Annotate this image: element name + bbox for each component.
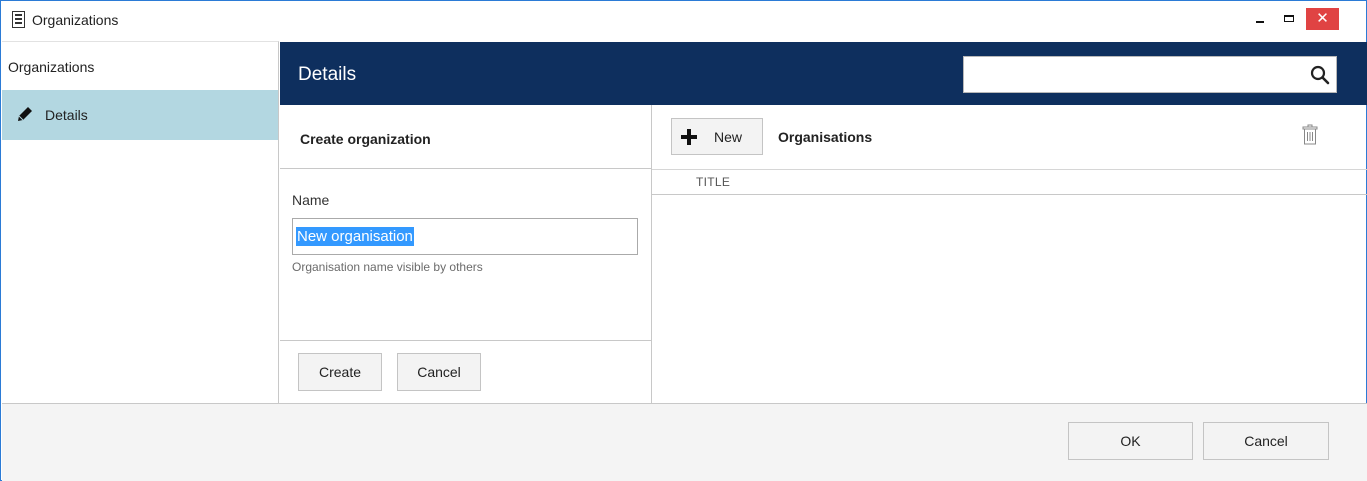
search-icon[interactable] bbox=[1310, 65, 1330, 85]
sidebar-item-label: Details bbox=[45, 107, 88, 123]
create-panel-header: Create organization bbox=[280, 105, 651, 169]
window-title: Organizations bbox=[32, 12, 119, 28]
ok-button[interactable]: OK bbox=[1068, 422, 1193, 460]
search-input[interactable] bbox=[964, 57, 1299, 92]
cancel-create-button[interactable]: Cancel bbox=[397, 353, 481, 391]
close-button[interactable]: ✕ bbox=[1306, 8, 1339, 30]
cancel-button[interactable]: Cancel bbox=[1203, 422, 1329, 460]
search-box bbox=[963, 56, 1337, 93]
column-header-title[interactable]: TITLE bbox=[696, 175, 730, 189]
name-label: Name bbox=[292, 192, 330, 208]
plus-icon bbox=[681, 129, 697, 145]
name-field[interactable]: New organisation bbox=[292, 218, 638, 255]
table-header: TITLE bbox=[652, 169, 1367, 195]
create-panel-title: Create organization bbox=[300, 131, 431, 147]
details-header: Details bbox=[280, 42, 1367, 105]
sidebar-header: Organizations bbox=[8, 59, 95, 75]
name-hint: Organisation name visible by others bbox=[292, 260, 483, 274]
close-icon: ✕ bbox=[1316, 10, 1329, 27]
building-icon bbox=[12, 11, 25, 28]
create-panel-footer: Create Cancel bbox=[280, 340, 651, 403]
organisations-list-panel: New Organisations TITLE bbox=[652, 105, 1367, 403]
minimize-button[interactable] bbox=[1247, 8, 1273, 30]
name-field-value[interactable]: New organisation bbox=[296, 227, 414, 246]
dialog-footer: OK Cancel bbox=[2, 403, 1367, 481]
list-title: Organisations bbox=[778, 129, 873, 145]
new-organisation-button[interactable]: New bbox=[671, 118, 763, 155]
minimize-icon bbox=[1256, 21, 1264, 23]
pencil-icon bbox=[18, 107, 32, 121]
trash-icon[interactable] bbox=[1302, 124, 1318, 146]
new-button-label: New bbox=[714, 129, 743, 145]
sidebar: Organizations Details bbox=[2, 41, 279, 403]
organizations-window: Organizations ✕ Organizations Details De… bbox=[0, 0, 1367, 481]
title-bar: Organizations ✕ bbox=[1, 1, 1366, 40]
create-organization-panel: Create organization Name New organisatio… bbox=[280, 105, 652, 403]
create-button[interactable]: Create bbox=[298, 353, 382, 391]
sidebar-item-details[interactable]: Details bbox=[2, 90, 278, 140]
page-title: Details bbox=[298, 64, 357, 85]
maximize-icon bbox=[1284, 15, 1294, 22]
maximize-button[interactable] bbox=[1276, 8, 1302, 30]
